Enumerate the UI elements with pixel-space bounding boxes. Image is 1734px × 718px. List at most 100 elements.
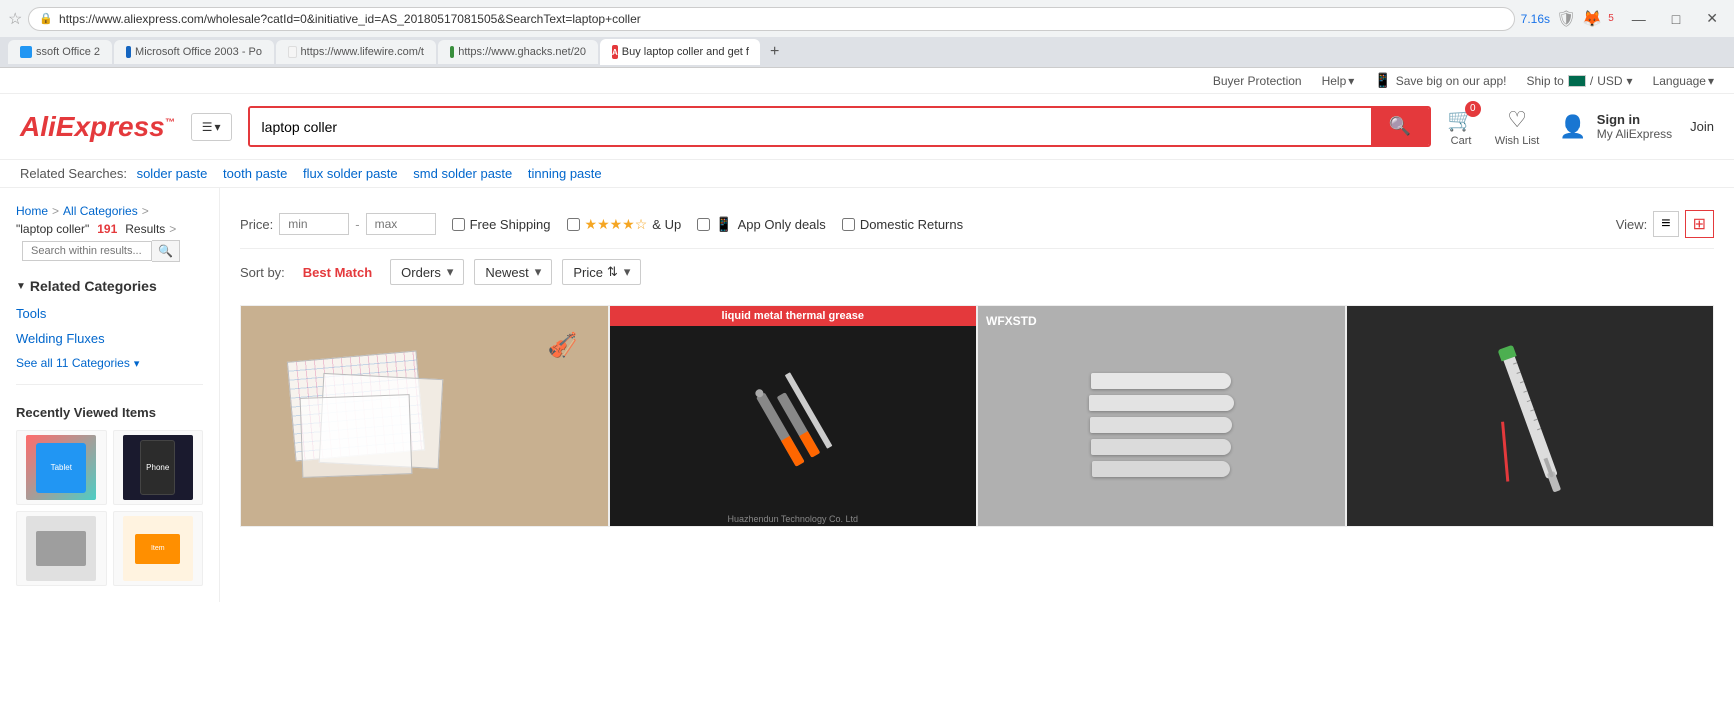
- related-search-4[interactable]: smd solder paste: [413, 166, 512, 181]
- sidebar-divider: [16, 384, 203, 385]
- search-within-button[interactable]: 🔍: [152, 240, 180, 262]
- tab-favicon-3: [288, 46, 297, 58]
- search-within-input[interactable]: [22, 241, 152, 261]
- rv-item-2[interactable]: Phone: [113, 430, 204, 505]
- main-header: AliExpress™ ☰ ▾ 🔍 🛒 0 Cart ♡ Wish List 👤…: [0, 94, 1734, 160]
- sidebar-category-welding[interactable]: Welding Fluxes: [16, 329, 203, 348]
- related-search-2[interactable]: tooth paste: [223, 166, 287, 181]
- view-toggle: View: ≡ ⊞: [1616, 210, 1714, 238]
- grid-view-button[interactable]: ⊞: [1685, 210, 1714, 238]
- load-time: 7.16s: [1521, 12, 1550, 26]
- join-link[interactable]: Join: [1690, 119, 1714, 134]
- help-chevron-icon: ▾: [1348, 74, 1354, 88]
- language-chevron-icon: ▾: [1708, 74, 1714, 88]
- buyer-protection-link[interactable]: Buyer Protection: [1213, 74, 1302, 88]
- tab-4[interactable]: https://www.ghacks.net/20: [438, 40, 598, 64]
- heart-icon: ♡: [1507, 107, 1527, 133]
- app-button[interactable]: 📱 Save big on our app!: [1374, 72, 1506, 89]
- sidebar-category-tools[interactable]: Tools: [16, 304, 203, 323]
- tab-favicon-5: A: [612, 45, 618, 59]
- related-search-1[interactable]: solder paste: [137, 166, 208, 181]
- search-input[interactable]: [250, 108, 1371, 145]
- tab-favicon-1: [20, 46, 32, 58]
- related-searches-label: Related Searches:: [20, 166, 127, 181]
- new-tab-button[interactable]: +: [762, 37, 787, 67]
- tab-5-active[interactable]: A Buy laptop coller and get f: [600, 39, 760, 65]
- header-icons: 🛒 0 Cart ♡ Wish List 👤 Sign in My AliExp…: [1447, 107, 1714, 147]
- star-icon[interactable]: ☆: [8, 9, 22, 29]
- rv-item-3[interactable]: [16, 511, 107, 586]
- app-only-label: App Only deals: [738, 217, 826, 232]
- product-card-2[interactable]: liquid metal thermal grease: [609, 305, 978, 527]
- breadcrumb-query: "laptop coller": [16, 222, 89, 236]
- breadcrumb: Home > All Categories > "laptop coller" …: [16, 204, 203, 262]
- filters-row: Price: - Free Shipping ★★★★☆ & Up 📱 App …: [240, 200, 1714, 249]
- language-button[interactable]: Language ▾: [1653, 74, 1714, 88]
- tab-1[interactable]: ssoft Office 2: [8, 40, 112, 64]
- wishlist-label: Wish List: [1495, 135, 1540, 147]
- rv-item-1[interactable]: Tablet: [16, 430, 107, 505]
- sort-price-label: Price: [573, 265, 603, 280]
- minimize-button[interactable]: —: [1624, 7, 1654, 31]
- product-image-2: liquid metal thermal grease: [610, 306, 977, 526]
- rv-item-4[interactable]: Item: [113, 511, 204, 586]
- breadcrumb-all-categories[interactable]: All Categories: [63, 204, 138, 218]
- related-categories-title: Related Categories: [16, 278, 203, 294]
- breadcrumb-home[interactable]: Home: [16, 204, 48, 218]
- wishlist-icon[interactable]: ♡ Wish List: [1495, 107, 1540, 147]
- tab-2[interactable]: Microsoft Office 2003 - Po: [114, 40, 274, 64]
- tab-favicon-2: [126, 46, 131, 58]
- lock-icon: 🔒: [39, 12, 53, 25]
- related-search-3[interactable]: flux solder paste: [303, 166, 398, 181]
- shield-icon: 🛡: [1556, 9, 1576, 29]
- recently-viewed-grid: Tablet Phone Item: [16, 430, 203, 586]
- stars-checkbox[interactable]: [567, 218, 580, 231]
- stars-filter[interactable]: ★★★★☆ & Up: [567, 216, 682, 233]
- stars-label: & Up: [652, 217, 681, 232]
- signin-link[interactable]: Sign in: [1597, 112, 1672, 127]
- sort-price-arrows: ⇅: [607, 264, 618, 280]
- breadcrumb-count: 191: [97, 222, 117, 236]
- product-card-1[interactable]: 🎻: [240, 305, 609, 527]
- sort-orders-dropdown[interactable]: Orders: [390, 259, 464, 285]
- products-grid: 🎻 liquid metal thermal grease: [240, 305, 1714, 527]
- price-dash: -: [355, 217, 359, 232]
- price-min-input[interactable]: [279, 213, 349, 235]
- price-filter: Price: -: [240, 213, 436, 235]
- search-button[interactable]: 🔍: [1371, 108, 1429, 145]
- app-only-filter[interactable]: 📱 App Only deals: [697, 216, 826, 233]
- sort-newest-dropdown[interactable]: Newest: [474, 259, 552, 285]
- list-view-button[interactable]: ≡: [1653, 211, 1678, 237]
- my-aliexpress-link[interactable]: My AliExpress: [1597, 127, 1672, 141]
- signin-section: 👤 Sign in My AliExpress Join: [1559, 112, 1714, 141]
- free-shipping-filter[interactable]: Free Shipping: [452, 217, 551, 232]
- sort-best-match[interactable]: Best Match: [295, 261, 380, 284]
- cart-icon[interactable]: 🛒 0 Cart: [1447, 107, 1474, 147]
- ship-to-button[interactable]: Ship to / USD ▾: [1527, 74, 1633, 88]
- address-bar[interactable]: 🔒 https://www.aliexpress.com/wholesale?c…: [28, 7, 1514, 31]
- user-icon: 👤: [1559, 114, 1586, 140]
- see-all-categories-link[interactable]: See all 11 Categories: [16, 356, 203, 370]
- product-card-4[interactable]: [1346, 305, 1715, 527]
- help-label: Help: [1322, 74, 1347, 88]
- menu-button[interactable]: ☰ ▾: [191, 113, 232, 141]
- domestic-returns-checkbox[interactable]: [842, 218, 855, 231]
- cart-label: Cart: [1451, 135, 1472, 147]
- maximize-button[interactable]: □: [1664, 7, 1688, 31]
- close-button[interactable]: ✕: [1698, 6, 1726, 31]
- free-shipping-checkbox[interactable]: [452, 218, 465, 231]
- related-search-5[interactable]: tinning paste: [528, 166, 602, 181]
- tab-3[interactable]: https://www.lifewire.com/t: [276, 40, 436, 64]
- tab-label-1: ssoft Office 2: [36, 46, 100, 58]
- sort-price-dropdown[interactable]: Price ⇅: [562, 259, 641, 285]
- content-area: Price: - Free Shipping ★★★★☆ & Up 📱 App …: [220, 188, 1734, 602]
- main-layout: Home > All Categories > "laptop coller" …: [0, 188, 1734, 602]
- product-image-1: 🎻: [241, 306, 608, 526]
- product-card-3[interactable]: WFXSTD: [977, 305, 1346, 527]
- app-only-checkbox[interactable]: [697, 218, 710, 231]
- price-max-input[interactable]: [366, 213, 436, 235]
- help-button[interactable]: Help ▾: [1322, 74, 1355, 88]
- breadcrumb-results: Results: [125, 222, 165, 236]
- logo[interactable]: AliExpress™: [20, 111, 175, 143]
- domestic-returns-filter[interactable]: Domestic Returns: [842, 217, 963, 232]
